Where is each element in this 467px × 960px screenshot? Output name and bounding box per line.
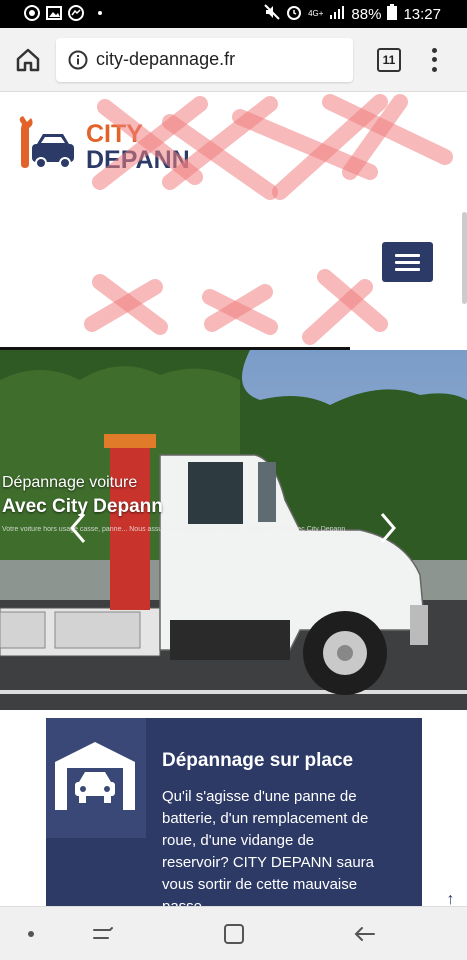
status-bar: 4G+ 88% 13:27 [0, 0, 467, 28]
logo-line2: DEPANN [86, 146, 190, 174]
logo-line1: CITY [86, 120, 143, 148]
alarm-icon [286, 4, 302, 24]
garage-car-icon [55, 742, 135, 810]
home-square-icon[interactable] [221, 921, 247, 947]
messenger-icon [68, 5, 84, 21]
info-icon[interactable] [68, 50, 88, 70]
chevron-left-icon[interactable] [64, 510, 92, 546]
address-bar[interactable]: city-depannage.fr [56, 38, 353, 82]
tabs-icon[interactable]: 11 [377, 48, 401, 72]
hero-subtitle: Dépannage voiture [2, 474, 138, 491]
more-vert-icon[interactable] [426, 46, 442, 74]
notification-dot-icon [98, 11, 102, 15]
logo[interactable]: CITY DEPANN [17, 116, 217, 180]
image-icon [46, 5, 62, 21]
nav-dot-icon[interactable] [18, 921, 44, 947]
home-icon[interactable] [14, 46, 42, 74]
service-heading: Dépannage sur place [162, 750, 354, 771]
services-section: Dépannage sur place Qu'il s'agisse d'une… [0, 710, 467, 918]
battery-icon [387, 4, 398, 24]
browser-toolbar: city-depannage.fr 11 [0, 28, 467, 92]
page-scrollbar[interactable] [462, 212, 467, 304]
recent-apps-icon[interactable] [90, 921, 116, 947]
signal-icon [329, 4, 345, 24]
network-label: 4G+ [308, 9, 324, 18]
hero-slider[interactable]: Dépannage voiture Avec City Depann Votre… [0, 350, 467, 710]
chrome-icon [24, 5, 40, 21]
wrench-car-logo-icon [19, 116, 74, 169]
url-text[interactable]: city-depannage.fr [96, 49, 235, 70]
service-card[interactable]: Dépannage sur place Qu'il s'agisse d'une… [46, 718, 422, 918]
service-text: Qu'il s'agisse d'une panne de batterie, … [162, 788, 375, 915]
android-navigation-bar [0, 906, 467, 960]
hero-description: Votre voiture hors usage casse, panne...… [2, 526, 346, 533]
back-arrow-icon[interactable] [352, 921, 378, 947]
chevron-right-icon[interactable] [374, 510, 402, 546]
battery-percent: 88% [351, 5, 382, 23]
clock: 13:27 [403, 5, 441, 23]
mute-icon [264, 4, 280, 24]
hamburger-menu-button[interactable] [382, 242, 433, 282]
